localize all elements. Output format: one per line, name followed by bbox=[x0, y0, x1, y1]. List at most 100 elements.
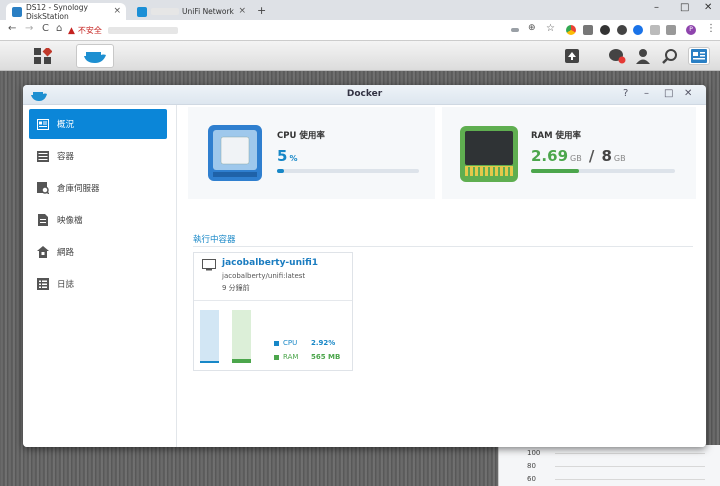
docker-taskbar-button[interactable] bbox=[76, 44, 114, 68]
cpu-usage-bar bbox=[277, 169, 419, 173]
sidebar-item-label: 容器 bbox=[57, 152, 75, 162]
sidebar-item-overview[interactable]: 概況 bbox=[29, 109, 167, 139]
main-menu-button[interactable] bbox=[24, 44, 62, 68]
extension-icon[interactable] bbox=[650, 25, 660, 35]
browser-menu-icon[interactable]: ⋮ bbox=[706, 23, 716, 34]
container-image: jacobalberty/unifi:latest bbox=[222, 272, 306, 280]
cpu-usage-card: CPU 使用率 5% bbox=[188, 107, 435, 199]
maximize-window-button[interactable]: □ bbox=[680, 2, 689, 13]
widgets-icon[interactable] bbox=[688, 47, 710, 65]
axis-label: 60 bbox=[527, 475, 536, 483]
home-button[interactable]: ⌂ bbox=[56, 23, 62, 34]
extension-icon[interactable] bbox=[617, 25, 627, 35]
grid-line bbox=[555, 466, 705, 467]
ram-usage-value: 2.69 GB / 8 GB bbox=[531, 147, 626, 165]
blurred-text bbox=[151, 8, 179, 15]
help-button[interactable]: ? bbox=[623, 88, 628, 99]
docker-whale-icon bbox=[84, 52, 106, 63]
back-button[interactable]: ← bbox=[8, 23, 16, 34]
upload-icon[interactable] bbox=[563, 47, 581, 65]
sidebar-item-registry[interactable]: 倉庫伺服器 bbox=[29, 173, 167, 203]
registry-icon bbox=[37, 182, 49, 194]
container-card[interactable]: jacobalberty-unifi1 jacobalberty/unifi:l… bbox=[193, 252, 353, 371]
minimize-button[interactable]: – bbox=[644, 88, 649, 99]
axis-label: 80 bbox=[527, 462, 536, 470]
forward-button[interactable]: → bbox=[25, 23, 33, 34]
cpu-legend-label: CPU bbox=[283, 339, 298, 347]
sidebar-item-label: 映像檔 bbox=[57, 216, 83, 226]
search-icon[interactable] bbox=[661, 47, 679, 65]
zoom-icon[interactable]: ⊕ bbox=[528, 23, 536, 33]
browser-tab-strip: DS12 - Synology DiskStation × UniFi Netw… bbox=[0, 0, 720, 21]
extension-icon[interactable] bbox=[583, 25, 593, 35]
user-icon[interactable] bbox=[634, 47, 652, 65]
browser-toolbar: ← → C ⌂ ▲ 不安全 ⊕ ☆ P ⋮ bbox=[0, 20, 720, 41]
new-tab-button[interactable]: + bbox=[257, 4, 266, 17]
ram-separator: / bbox=[588, 147, 595, 165]
cpu-usage-bar-fill bbox=[277, 169, 285, 173]
sidebar-item-image[interactable]: 映像檔 bbox=[29, 205, 167, 235]
key-icon[interactable] bbox=[511, 28, 519, 32]
docker-window: Docker ? – □ ✕ 概況 容器 倉庫伺服器 映像檔 網路 日誌 CPU… bbox=[23, 85, 706, 447]
warning-icon: ▲ bbox=[68, 25, 75, 36]
extension-icon[interactable] bbox=[600, 25, 610, 35]
sidebar-item-network[interactable]: 網路 bbox=[29, 237, 167, 267]
window-titlebar[interactable]: Docker ? – □ ✕ bbox=[23, 85, 706, 105]
ram-legend: RAM 565 MB bbox=[274, 353, 340, 361]
close-button[interactable]: ✕ bbox=[684, 88, 692, 99]
window-title: Docker bbox=[346, 89, 383, 99]
sidebar-item-label: 概況 bbox=[57, 120, 75, 130]
log-icon bbox=[37, 278, 49, 290]
bookmark-star-icon[interactable]: ☆ bbox=[546, 23, 555, 34]
tab-title: UniFi Network bbox=[182, 7, 234, 16]
container-cpu-value: 2.92% bbox=[311, 339, 336, 347]
cpu-usage-value: 5% bbox=[277, 147, 297, 165]
grid-line bbox=[555, 479, 705, 480]
extension-icon[interactable] bbox=[666, 25, 676, 35]
container-card-header: jacobalberty-unifi1 jacobalberty/unifi:l… bbox=[194, 253, 352, 301]
sidebar-item-label: 網路 bbox=[57, 248, 75, 258]
main-content: CPU 使用率 5% RAM 使用率 2.69 GB / 8 GB 執行中容器 … bbox=[177, 105, 706, 447]
extension-icon[interactable] bbox=[633, 25, 643, 35]
tab-unifi[interactable]: UniFi Network × bbox=[131, 3, 251, 20]
reload-button[interactable]: C bbox=[42, 23, 49, 34]
container-ram-bar-fill bbox=[232, 359, 251, 363]
sidebar-item-log[interactable]: 日誌 bbox=[29, 269, 167, 299]
sidebar-item-label: 倉庫伺服器 bbox=[57, 184, 100, 194]
chrome-extension-icon[interactable] bbox=[566, 25, 576, 35]
ram-usage-label: RAM 使用率 bbox=[531, 131, 582, 141]
close-tab-icon[interactable]: × bbox=[238, 6, 246, 16]
image-icon bbox=[37, 214, 49, 226]
running-containers-heading: 執行中容器 bbox=[193, 235, 236, 245]
ram-usage-card: RAM 使用率 2.69 GB / 8 GB bbox=[442, 107, 696, 199]
container-ram-bar bbox=[232, 310, 251, 363]
ram-legend-swatch bbox=[274, 354, 279, 360]
close-tab-icon[interactable]: × bbox=[113, 6, 121, 16]
background-window: 100 80 60 bbox=[498, 445, 720, 486]
address-field[interactable]: ▲ 不安全 bbox=[68, 23, 528, 38]
ram-legend-label: RAM bbox=[283, 353, 299, 361]
cpu-legend-swatch bbox=[274, 340, 279, 346]
tab-diskstation[interactable]: DS12 - Synology DiskStation × bbox=[6, 2, 126, 21]
ram-used-unit: GB bbox=[570, 154, 582, 163]
close-window-button[interactable]: ✕ bbox=[704, 2, 712, 13]
sidebar-item-container[interactable]: 容器 bbox=[29, 141, 167, 171]
cpu-value-unit: % bbox=[289, 154, 298, 163]
notification-icon[interactable] bbox=[608, 47, 626, 65]
container-monitor-icon bbox=[202, 259, 216, 271]
container-name[interactable]: jacobalberty-unifi1 bbox=[222, 258, 318, 268]
profile-avatar[interactable]: P bbox=[686, 25, 696, 35]
minimize-window-button[interactable]: – bbox=[654, 2, 659, 13]
tab-title: DS12 - Synology DiskStation bbox=[26, 2, 88, 21]
ram-module-icon bbox=[460, 126, 518, 182]
ram-used-number: 2.69 bbox=[531, 147, 569, 165]
dsm-taskbar bbox=[0, 41, 720, 71]
cpu-legend: CPU 2.92% bbox=[274, 339, 335, 347]
container-icon bbox=[37, 150, 49, 162]
ram-usage-bar-fill bbox=[531, 169, 580, 173]
maximize-button[interactable]: □ bbox=[664, 88, 673, 99]
container-cpu-bar bbox=[200, 310, 219, 363]
blurred-url bbox=[107, 27, 178, 34]
container-ram-value: 565 MB bbox=[311, 353, 341, 361]
security-label: 不安全 bbox=[77, 26, 102, 35]
